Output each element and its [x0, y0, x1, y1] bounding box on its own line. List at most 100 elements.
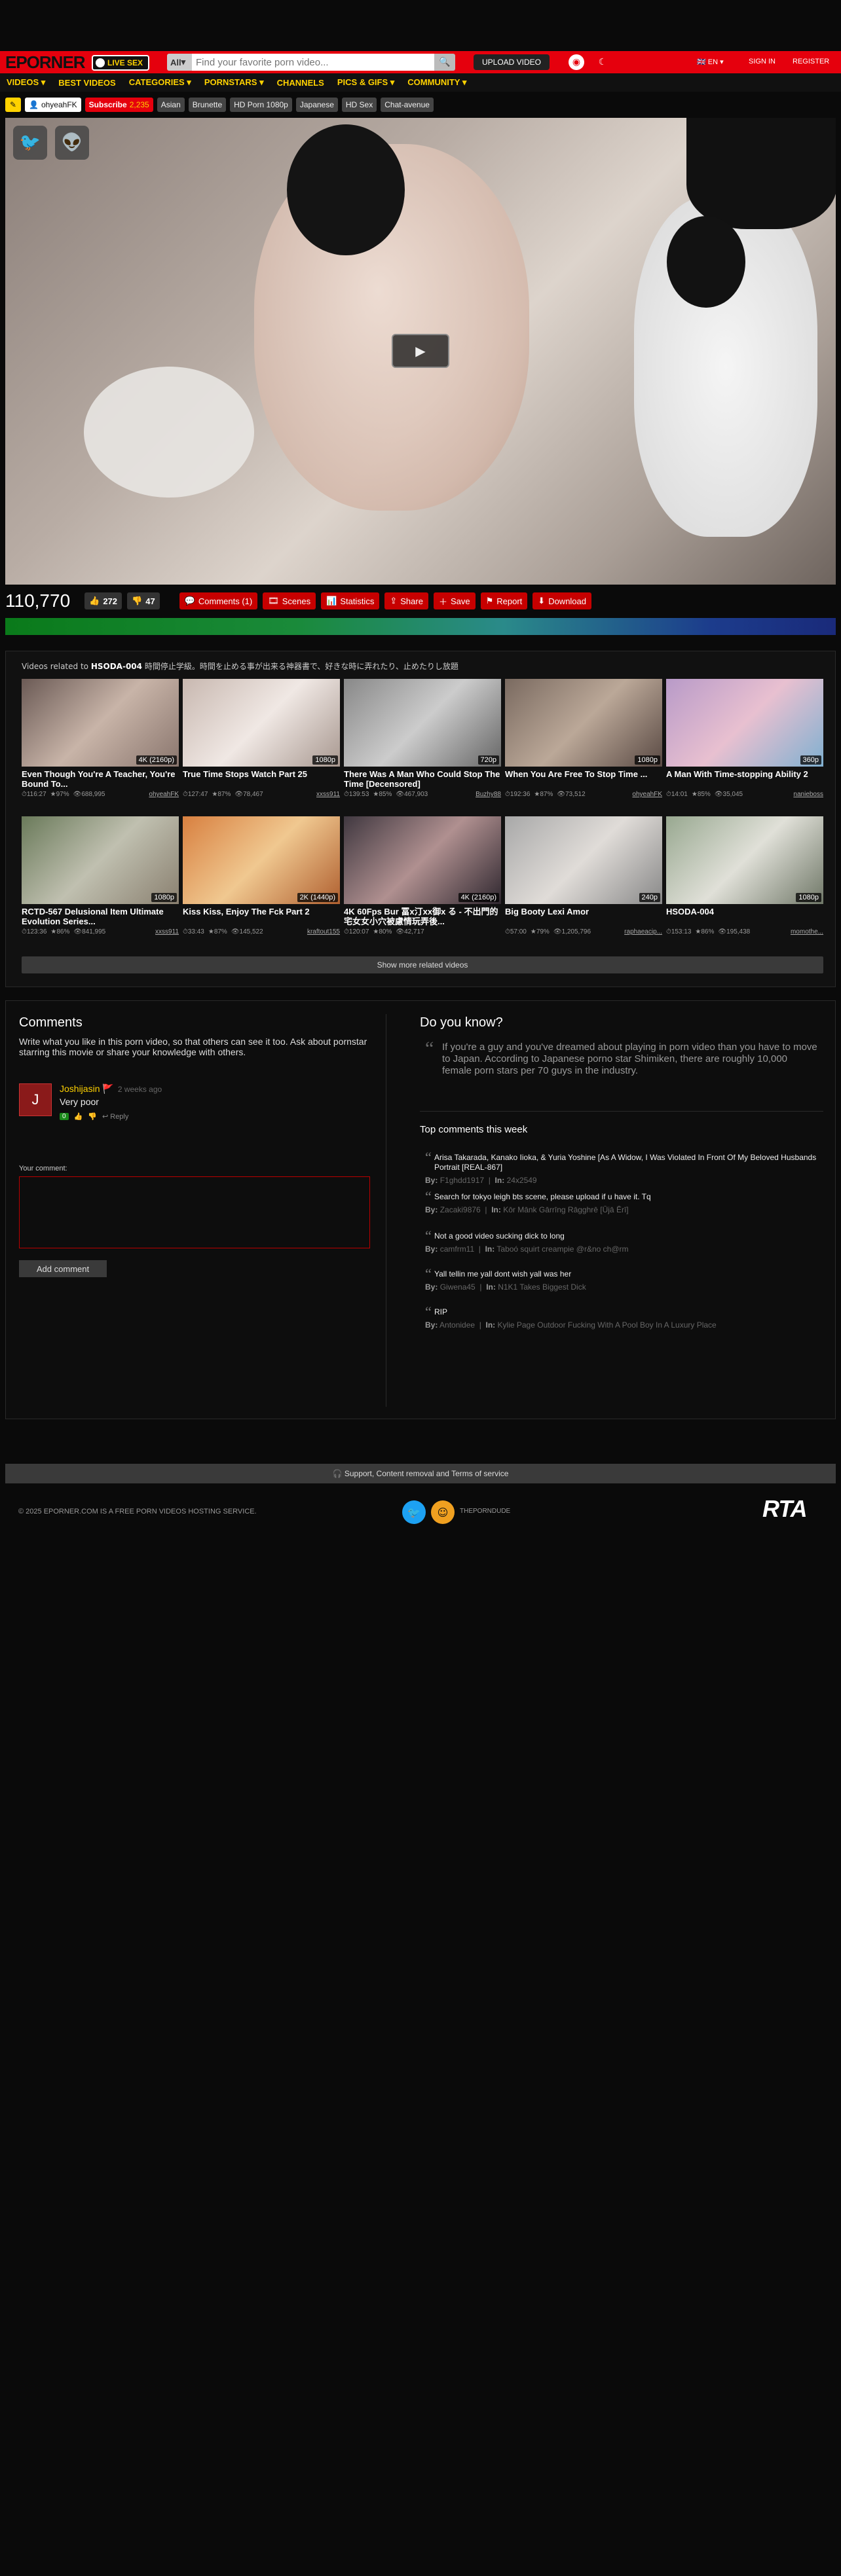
top-comment-author[interactable]: camfrm11	[440, 1244, 474, 1254]
search-scope-select[interactable]: All ▾	[167, 54, 192, 71]
tag-chat-avenue[interactable]: Chat-avenue	[381, 98, 434, 112]
video-thumbnail[interactable]: 240p	[505, 816, 662, 904]
thumbs-up-icon[interactable]: 👍	[74, 1112, 83, 1121]
video-title[interactable]: True Time Stops Watch Part 25	[183, 769, 340, 789]
top-comment-author[interactable]: Giwena45	[440, 1282, 476, 1292]
scenes-button[interactable]: 🎞 Scenes	[263, 592, 316, 609]
video-card[interactable]: 1080p RCTD-567 Delusional Item Ultimate E…	[22, 816, 179, 945]
video-title[interactable]: Kiss Kiss, Enjoy The Fck Part 2	[183, 907, 340, 926]
nav-pics-gifs[interactable]: PICS & GIFS ▾	[331, 77, 401, 88]
video-title[interactable]: HSODA-004	[666, 907, 823, 926]
video-title[interactable]: Big Booty Lexi Amor	[505, 907, 662, 926]
video-card[interactable]: 4K (2160p) Even Though You're A Teacher, …	[22, 679, 179, 807]
video-thumbnail[interactable]: 720p	[344, 679, 501, 767]
video-title[interactable]: 4K 60Fps Bur 冨x汀xx御x る - 不出門的宅女女小穴被慮情玩弄後…	[344, 907, 501, 926]
porndude-icon[interactable]: ☺	[431, 1500, 455, 1524]
nav-channels[interactable]: CHANNELS	[271, 78, 331, 88]
nav-videos[interactable]: VIDEOS ▾	[0, 77, 52, 88]
subscribe-button[interactable]: Subscribe 2,235	[84, 98, 153, 112]
sign-in-link[interactable]: SIGN IN	[749, 58, 776, 65]
channel-button[interactable]: 👤 ohyeahFK	[25, 98, 81, 112]
uploader-link[interactable]: kraftout155	[307, 928, 340, 935]
twitter-icon[interactable]: 🐦	[13, 126, 47, 160]
video-card[interactable]: 2K (1440p) Kiss Kiss, Enjoy The Fck Part …	[183, 816, 340, 945]
video-card[interactable]: 360p A Man With Time-stopping Ability 2 ⏱1…	[666, 679, 823, 807]
nav-community[interactable]: COMMUNITY ▾	[401, 77, 473, 88]
porndude-link[interactable]: THEPORNDUDE	[460, 1508, 510, 1515]
dark-mode-icon[interactable]: ☾	[595, 54, 610, 70]
video-thumbnail[interactable]: 4K (2160p)	[344, 816, 501, 904]
uploader-link[interactable]: ohyeahFK	[149, 791, 179, 798]
video-thumbnail[interactable]: 360p	[666, 679, 823, 767]
video-thumbnail[interactable]: 1080p	[183, 679, 340, 767]
top-comment-video[interactable]: 24x2549	[507, 1176, 537, 1185]
top-comment-video[interactable]: N1K1 Takes Biggest Dick	[498, 1282, 586, 1292]
video-title[interactable]: Even Though You're A Teacher, You're Bou…	[22, 769, 179, 789]
comment-textarea[interactable]	[19, 1176, 370, 1248]
video-card[interactable]: 720p There Was A Man Who Could Stop The T…	[344, 679, 501, 807]
top-comment-author[interactable]: Antonidee	[439, 1320, 475, 1330]
tag-japanese[interactable]: Japanese	[295, 98, 338, 112]
tag-asian[interactable]: Asian	[157, 98, 185, 112]
uploader-link[interactable]: xxss911	[316, 791, 340, 798]
play-button[interactable]: ▶	[392, 334, 449, 368]
nav-best-videos[interactable]: BEST VIDEOS	[52, 78, 122, 88]
edit-icon[interactable]: ✎	[5, 98, 21, 112]
tag-brunette[interactable]: Brunette	[188, 98, 227, 112]
video-thumbnail[interactable]: 1080p	[22, 816, 179, 904]
video-title[interactable]: When You Are Free To Stop Time ...	[505, 769, 662, 789]
video-title[interactable]: There Was A Man Who Could Stop The Time …	[344, 769, 501, 789]
video-thumbnail[interactable]: 4K (2160p)	[22, 679, 179, 767]
uploader-link[interactable]: Buzhy88	[476, 791, 501, 798]
twitter-icon[interactable]: 🐦	[402, 1500, 426, 1524]
video-card[interactable]: 1080p True Time Stops Watch Part 25 ⏱127:4…	[183, 679, 340, 807]
uploader-link[interactable]: xxss911	[155, 928, 179, 935]
download-button[interactable]: ⬇ Download	[533, 592, 592, 609]
uploader-link[interactable]: nanieboss	[793, 791, 823, 798]
nav-categories[interactable]: CATEGORIES ▾	[122, 77, 198, 88]
top-comment-video[interactable]: Taboó squirt creampie @r&no ch@rm	[496, 1244, 628, 1254]
uploader-link[interactable]: momothe...	[791, 928, 823, 935]
add-comment-button[interactable]: Add comment	[19, 1260, 107, 1277]
share-button[interactable]: ⇪ Share	[384, 592, 428, 609]
uploader-link[interactable]: raphaeacip...	[624, 928, 662, 935]
report-button[interactable]: ⚑ Report	[480, 592, 528, 609]
video-player[interactable]: 🐦 👽 ▶	[5, 118, 836, 585]
search-input[interactable]	[192, 54, 434, 71]
top-comment-video[interactable]: Kōr Mānk Gārrīng Rāgghrē [Ūjā Ērī]	[503, 1205, 628, 1214]
top-comment-author[interactable]: Zacaki9876	[440, 1205, 481, 1214]
thumbs-down-icon[interactable]: 👎	[88, 1112, 97, 1121]
tag-hd-1080p[interactable]: HD Porn 1080p	[230, 98, 292, 112]
comments-button[interactable]: 💬 Comments (1)	[179, 592, 258, 609]
upload-video-button[interactable]: UPLOAD VIDEO	[474, 54, 550, 70]
support-link[interactable]: 🎧 Support, Content removal and Terms of …	[5, 1464, 836, 1483]
video-card[interactable]: 1080p HSODA-004 ⏱153:13 ★86% 👁195,438 momothe…	[666, 816, 823, 945]
search-button[interactable]: 🔍	[434, 54, 455, 71]
reply-button[interactable]: ↩ Reply	[102, 1112, 128, 1121]
video-title[interactable]: A Man With Time-stopping Ability 2	[666, 769, 823, 789]
video-card[interactable]: 240p Big Booty Lexi Amor ⏱57:00 ★79% 👁1,205,…	[505, 816, 662, 945]
register-link[interactable]: REGISTER	[793, 58, 829, 65]
uploader-link[interactable]: ohyeahFK	[632, 791, 662, 798]
nav-pornstars[interactable]: PORNSTARS ▾	[198, 77, 271, 88]
video-thumbnail[interactable]: 1080p	[666, 816, 823, 904]
show-more-button[interactable]: Show more related videos	[22, 956, 823, 973]
video-thumbnail[interactable]: 2K (1440p)	[183, 816, 340, 904]
record-icon[interactable]: ◉	[569, 54, 584, 70]
like-button[interactable]: 👍 272	[84, 592, 122, 609]
reddit-icon[interactable]: 👽	[55, 126, 89, 160]
tag-hd-sex[interactable]: HD Sex	[341, 98, 377, 112]
video-title[interactable]: RCTD-567 Delusional Item Ultimate Evolut…	[22, 907, 179, 926]
top-comment-author[interactable]: F1ghdd1917	[440, 1176, 484, 1185]
site-logo[interactable]: EPORNER	[5, 51, 86, 73]
comment-user[interactable]: Joshijasin 🚩 2 weeks ago	[60, 1083, 162, 1095]
video-thumbnail[interactable]: 1080p	[505, 679, 662, 767]
statistics-button[interactable]: 📊 Statistics	[321, 592, 380, 609]
live-sex-button[interactable]: LIVE SEX	[92, 55, 150, 71]
video-card[interactable]: 1080p When You Are Free To Stop Time ... ⏱…	[505, 679, 662, 807]
dislike-button[interactable]: 👎 47	[127, 592, 160, 609]
language-select[interactable]: 🇬🇧 EN ▾	[697, 58, 724, 66]
top-comment-video[interactable]: Kylie Page Outdoor Fucking With A Pool B…	[498, 1320, 717, 1330]
video-card[interactable]: 4K (2160p) 4K 60Fps Bur 冨x汀xx御x る - 不出門的宅…	[344, 816, 501, 945]
save-button[interactable]: ＋ Save	[433, 592, 476, 609]
